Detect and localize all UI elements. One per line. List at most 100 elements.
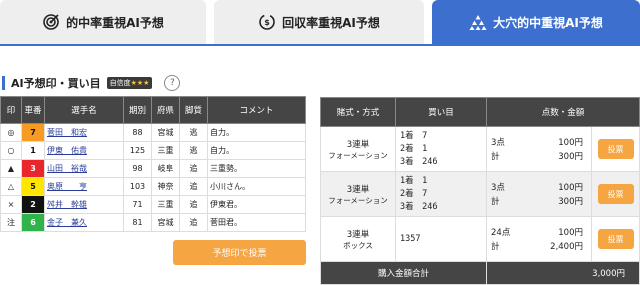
bet-row: 3連単 フォーメーション 1着 7 2着 1 3着 246 3点 100円計 300円 投票 bbox=[320, 126, 640, 172]
rider-style: 追 bbox=[179, 177, 208, 196]
bet-combination: 1着 7 2着 1 3着 246 bbox=[395, 126, 487, 172]
rider-term: 98 bbox=[123, 159, 152, 178]
col-comment: コメント bbox=[207, 96, 306, 124]
vote-by-marks-button[interactable]: 予想印で投票 bbox=[173, 240, 306, 265]
vote-button[interactable]: 投票 bbox=[597, 229, 634, 249]
bet-type-cell: 3連単 ボックス bbox=[320, 216, 396, 262]
bet-line: 1357 bbox=[400, 233, 421, 244]
rider-comment: 三重勢。 bbox=[207, 159, 306, 178]
rider-term: 103 bbox=[123, 177, 152, 196]
car-number: 2 bbox=[21, 195, 45, 214]
bet-line: 1着 1 bbox=[400, 175, 428, 186]
rider-style: 追 bbox=[179, 159, 208, 178]
rider-term: 125 bbox=[123, 141, 152, 160]
rider-prefecture: 岐阜 bbox=[151, 159, 180, 178]
rider-mark: 注 bbox=[0, 213, 22, 232]
bet-points: 24点 bbox=[491, 228, 511, 238]
tab-bar: 的中率重視AI予想 $ 回収率重視AI予想 大穴的中重視AI予想 bbox=[0, 0, 640, 48]
tab-hit-rate[interactable]: 的中率重視AI予想 bbox=[0, 0, 206, 44]
vote-button[interactable]: 投票 bbox=[597, 184, 634, 204]
col-term: 期別 bbox=[123, 96, 152, 124]
rider-prefecture: 宮城 bbox=[151, 213, 180, 232]
bet-unit-price: 100円 bbox=[558, 138, 583, 148]
help-icon[interactable]: ? bbox=[164, 75, 181, 91]
tab-underline bbox=[0, 44, 640, 46]
total-value: 3,000円 bbox=[486, 261, 640, 285]
rider-name[interactable]: 山田 裕哉 bbox=[44, 159, 124, 178]
total-label: 購入金額合計 bbox=[320, 261, 487, 285]
col-prefecture: 府県 bbox=[151, 96, 180, 124]
bet-unit-price: 100円 bbox=[558, 228, 583, 238]
rider-mark: ◎ bbox=[0, 123, 22, 142]
col-rider-name: 選手名 bbox=[44, 96, 124, 124]
rider-name[interactable]: 伊東 佑貴 bbox=[44, 141, 124, 160]
bet-vote-cell: 投票 bbox=[591, 126, 640, 172]
rider-name[interactable]: 菅田 和宏 bbox=[44, 123, 124, 142]
money-cycle-icon: $ bbox=[258, 13, 276, 31]
bet-vote-cell: 投票 bbox=[591, 171, 640, 217]
rider-mark: × bbox=[0, 195, 22, 214]
rider-mark: ▲ bbox=[0, 159, 22, 178]
confidence-badge: 自信度★★★ bbox=[106, 77, 153, 89]
bet-line: 3着 246 bbox=[400, 156, 438, 167]
bet-line: 2着 7 bbox=[400, 188, 428, 199]
col-combination: 買い目 bbox=[395, 97, 487, 127]
rider-name[interactable]: 舛井 幹雄 bbox=[44, 195, 124, 214]
section-accent-bar bbox=[2, 76, 5, 90]
total-row: 購入金額合計 3,000円 bbox=[320, 261, 640, 285]
bet-combination: 1357 bbox=[395, 216, 487, 262]
bet-points: 3点 bbox=[491, 138, 505, 148]
rider-prefecture: 神奈 bbox=[151, 177, 180, 196]
rider-row: 注 6 金子 兼久 81 宮城追菅田君。 bbox=[0, 213, 306, 232]
bets-table: 賭式・方式 買い目 点数・金額 3連単 フォーメーション 1着 7 2着 1 3着 24… bbox=[320, 97, 640, 285]
bet-type-cell: 3連単 フォーメーション bbox=[320, 126, 396, 172]
vote-button[interactable]: 投票 bbox=[597, 139, 634, 159]
bet-kind: 3連単 bbox=[346, 229, 370, 240]
tab-label: 的中率重視AI予想 bbox=[66, 15, 164, 30]
col-style: 脚質 bbox=[179, 96, 208, 124]
tab-label: 大穴的中重視AI予想 bbox=[493, 15, 603, 30]
bet-combination: 1着 1 2着 7 3着 246 bbox=[395, 171, 487, 217]
bet-total: 300円 bbox=[558, 197, 583, 207]
bet-line: 3着 246 bbox=[400, 201, 438, 212]
col-bet-type: 賭式・方式 bbox=[320, 97, 396, 127]
bet-amount-cell: 24点 100円計 2,400円 bbox=[486, 216, 592, 262]
tab-longshot[interactable]: 大穴的中重視AI予想 bbox=[432, 0, 640, 44]
car-number: 1 bbox=[21, 141, 45, 160]
tab-recovery-rate[interactable]: $ 回収率重視AI予想 bbox=[214, 0, 424, 44]
rider-comment: 伊東君。 bbox=[207, 195, 306, 214]
bet-total-label: 計 bbox=[491, 152, 500, 162]
rider-row: × 2 舛井 幹雄 71 三重追伊東君。 bbox=[0, 195, 306, 214]
col-mark: 印 bbox=[0, 96, 22, 124]
rider-prefecture: 三重 bbox=[151, 141, 180, 160]
bets-table-header: 賭式・方式 買い目 点数・金額 bbox=[320, 97, 640, 127]
bet-points: 3点 bbox=[491, 183, 505, 193]
rider-row: ◎ 7 菅田 和宏 88 宮城逃自力。 bbox=[0, 123, 306, 142]
rider-term: 81 bbox=[123, 213, 152, 232]
bet-kind: 3連単 bbox=[346, 184, 370, 195]
rider-row: ▲ 3 山田 裕哉 98 岐阜追三重勢。 bbox=[0, 159, 306, 178]
tab-label: 回収率重視AI予想 bbox=[282, 15, 380, 30]
rider-row: ○ 1 伊東 佑貴 125 三重逃自力。 bbox=[0, 141, 306, 160]
rider-comment: 自力。 bbox=[207, 123, 306, 142]
bet-vote-cell: 投票 bbox=[591, 216, 640, 262]
bet-row: 3連単 ボックス 1357 24点 100円計 2,400円 投票 bbox=[320, 216, 640, 262]
rider-style: 逃 bbox=[179, 141, 208, 160]
rider-mark: ○ bbox=[0, 141, 22, 160]
section-header: AI予想印・買い目 自信度★★★ ? bbox=[0, 72, 300, 94]
bet-method: ボックス bbox=[343, 240, 373, 250]
rider-mark: △ bbox=[0, 177, 22, 196]
bet-amount-cell: 3点 100円計 300円 bbox=[486, 126, 592, 172]
bet-method: フォーメーション bbox=[328, 195, 388, 205]
car-number: 7 bbox=[21, 123, 45, 142]
rider-term: 88 bbox=[123, 123, 152, 142]
rider-style: 追 bbox=[179, 213, 208, 232]
rider-comment: 小川さん。 bbox=[207, 177, 306, 196]
rider-name[interactable]: 金子 兼久 bbox=[44, 213, 124, 232]
col-points-amount: 点数・金額 bbox=[486, 97, 640, 127]
bet-line: 1着 7 bbox=[400, 130, 428, 141]
svg-text:$: $ bbox=[264, 18, 270, 27]
bet-type-cell: 3連単 フォーメーション bbox=[320, 171, 396, 217]
rider-style: 追 bbox=[179, 195, 208, 214]
rider-name[interactable]: 奥原 亨 bbox=[44, 177, 124, 196]
